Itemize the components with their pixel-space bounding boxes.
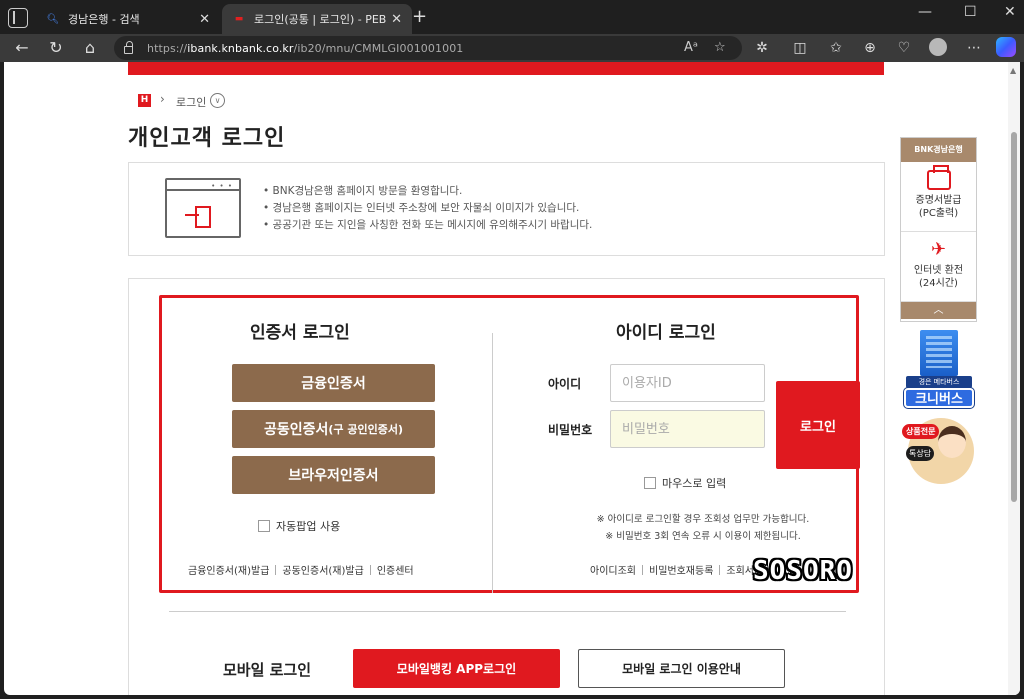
tab-login[interactable]: ▬ 로그인(공통 | 로그인) - PEB0301 ✕ [222, 4, 412, 34]
consult-tag: 상품전문 [902, 424, 940, 439]
collections-icon[interactable]: ⊕ [860, 39, 880, 57]
auto-popup-option[interactable]: 자동팝업 사용 [258, 518, 340, 534]
auto-popup-checkbox[interactable] [258, 520, 270, 532]
read-aloud-icon[interactable]: Aᵃ [684, 40, 698, 55]
quick-item-label: 증명서발급 [915, 195, 962, 206]
mobile-login-title: 모바일 로그인 [223, 661, 312, 679]
browser-tab-strip: 🔍︎ 경남은행 - 검색 ✕ ▬ 로그인(공통 | 로그인) - PEB0301… [0, 0, 1024, 34]
mouse-input-option[interactable]: 마우스로 입력 [644, 475, 726, 491]
window-close-icon[interactable]: ✕ [1004, 4, 1016, 20]
lock-icon [124, 40, 133, 54]
profile-avatar[interactable] [929, 38, 947, 56]
breadcrumb-current: 로그인 [176, 96, 207, 109]
scroll-top-icon[interactable]: ︿ [901, 302, 976, 319]
minimize-icon[interactable]: — [918, 4, 932, 20]
scroll-thumb[interactable] [1011, 132, 1017, 502]
url-text: https://ibank.knbank.co.kr/ib20/mnu/CMML… [147, 41, 464, 55]
notice-list: BNK경남은행 홈페이지 방문을 환영합니다. 경남은행 홈페이지는 인터넷 주… [263, 183, 593, 234]
breadcrumb-dropdown-icon[interactable]: ∨ [210, 93, 225, 108]
mobile-app-login-button[interactable]: 모바일뱅킹 APP로그인 [353, 649, 560, 688]
printer-icon [926, 165, 951, 190]
cert-login-title: 인증서 로그인 [250, 323, 350, 343]
breadcrumb-chevron-icon: › [160, 92, 165, 106]
breadcrumb-home-icon[interactable]: H [138, 94, 151, 107]
mouse-input-checkbox[interactable] [644, 477, 656, 489]
login-area: 인증서 로그인 금융인증서 공동인증서 (구 공인인증서) 브라우저인증서 자동팝… [128, 278, 885, 695]
mobile-login-guide-button[interactable]: 모바일 로그인 이용안내 [578, 649, 785, 688]
browser-essentials-icon[interactable]: ♡ [894, 39, 914, 57]
joint-cert-button[interactable]: 공동인증서 (구 공인인증서) [232, 410, 435, 448]
page-title: 개인고객 로그인 [128, 126, 286, 151]
split-screen-icon[interactable]: ◫ [790, 39, 810, 57]
home-icon[interactable]: ⌂ [80, 38, 100, 58]
notice-item: 경남은행 홈페이지는 인터넷 주소창에 보안 자물쇠 이미지가 있습니다. [263, 200, 592, 217]
page-viewport: H › 로그인 ∨ 개인고객 로그인 • • • BNK경남은행 홈페이지 방문… [4, 62, 1020, 695]
quick-menu-header: BNK경남은행 [901, 138, 976, 162]
consult-banner[interactable]: 상품전문 톡상담 [902, 418, 976, 494]
login-button[interactable]: 로그인 [776, 381, 860, 469]
id-login-note: ※ 아이디로 로그인할 경우 조회성 업무만 가능합니다. [596, 514, 810, 525]
copilot-icon[interactable] [996, 37, 1016, 57]
close-icon[interactable]: ✕ [199, 12, 210, 27]
more-menu-icon[interactable]: ⋯ [964, 39, 984, 57]
bnk-favicon-icon: ▬ [234, 14, 244, 24]
quick-item-label: 인터넷 환전 [913, 265, 964, 276]
tab-search[interactable]: 🔍︎ 경남은행 - 검색 ✕ [36, 4, 220, 34]
section-divider [492, 333, 493, 593]
top-red-banner [128, 62, 884, 75]
scroll-up-arrow-icon[interactable]: ▲ [1010, 66, 1016, 75]
quick-menu: BNK경남은행 증명서발급 (PC출력) ✈ 인터넷 환전 (24시간) ︿ [900, 137, 977, 322]
financial-cert-button[interactable]: 금융인증서 [232, 364, 435, 402]
mouse-input-label: 마우스로 입력 [662, 477, 727, 490]
quick-item-certificate[interactable]: 증명서발급 (PC출력) [901, 162, 976, 232]
airplane-icon: ✈ [930, 239, 947, 260]
secure-login-illustration-icon: • • • [165, 178, 241, 238]
page-scrollbar[interactable]: ▲ [1008, 62, 1020, 695]
maximize-icon[interactable]: ☐ [964, 4, 977, 20]
metaverse-banner[interactable]: 경은 메타버스 크니버스 [902, 328, 976, 412]
id-input[interactable] [610, 364, 765, 402]
address-bar[interactable]: https://ibank.knbank.co.kr/ib20/mnu/CMML… [114, 36, 742, 60]
mobile-divider [169, 611, 846, 612]
consultant-face-icon [938, 426, 966, 458]
back-icon[interactable]: ← [12, 38, 32, 58]
id-links: 아이디조회 비밀번호재등록 조회서비스 [590, 562, 772, 577]
close-icon[interactable]: ✕ [391, 12, 402, 27]
id-login-title: 아이디 로그인 [616, 323, 716, 343]
password-label: 비밀번호 [548, 423, 593, 437]
quick-item-sublabel: (PC출력) [918, 208, 959, 219]
auto-popup-label: 자동팝업 사용 [276, 520, 341, 533]
joint-cert-issue-link[interactable]: 공동인증서(재)발급 [282, 562, 363, 577]
password-input[interactable] [610, 410, 765, 448]
cert-center-link[interactable]: 인증센터 [377, 562, 414, 577]
highlight-box: 인증서 로그인 금융인증서 공동인증서 (구 공인인증서) 브라우저인증서 자동팝… [159, 295, 860, 593]
building-icon [920, 330, 958, 376]
metaverse-logo: 크니버스 [904, 388, 974, 408]
favorite-star-icon[interactable]: ☆ [714, 40, 726, 55]
find-id-link[interactable]: 아이디조회 [590, 562, 636, 577]
financial-cert-issue-link[interactable]: 금융인증서(재)발급 [188, 562, 269, 577]
browser-cert-button[interactable]: 브라우저인증서 [232, 456, 435, 494]
notice-item: 공공기관 또는 지인을 사칭한 전화 또는 메시지에 유의해주시기 바랍니다. [263, 217, 593, 234]
id-login-note: ※ 비밀번호 3회 연속 오류 시 이용이 제한됩니다. [605, 531, 801, 542]
browser-toolbar: ← ↻ ⌂ https://ibank.knbank.co.kr/ib20/mn… [0, 34, 1024, 62]
quick-item-exchange[interactable]: ✈ 인터넷 환전 (24시간) [901, 232, 976, 302]
new-tab-icon[interactable]: + [412, 8, 427, 26]
reset-password-link[interactable]: 비밀번호재등록 [649, 562, 713, 577]
security-notice: • • • BNK경남은행 홈페이지 방문을 환영합니다. 경남은행 홈페이지는… [128, 162, 885, 256]
notice-item: BNK경남은행 홈페이지 방문을 환영합니다. [263, 183, 592, 200]
favorites-icon[interactable]: ✩ [826, 39, 846, 57]
id-label: 아이디 [548, 377, 582, 391]
tab-label: 로그인(공통 | 로그인) - PEB0301 [254, 13, 387, 26]
search-icon: 🔍︎ [46, 13, 60, 25]
tab-label: 경남은행 - 검색 [68, 13, 140, 26]
extensions-icon[interactable]: ✲ [752, 39, 772, 57]
refresh-icon[interactable]: ↻ [46, 38, 66, 58]
consult-badge: 톡상담 [906, 446, 935, 461]
quick-item-sublabel: (24시간) [919, 278, 958, 289]
watermark: SOSORO [753, 556, 853, 586]
cert-links: 금융인증서(재)발급 공동인증서(재)발급 인증센터 [188, 562, 414, 577]
metaverse-caption: 경은 메타버스 [906, 376, 972, 388]
tab-actions-icon[interactable] [8, 8, 28, 28]
